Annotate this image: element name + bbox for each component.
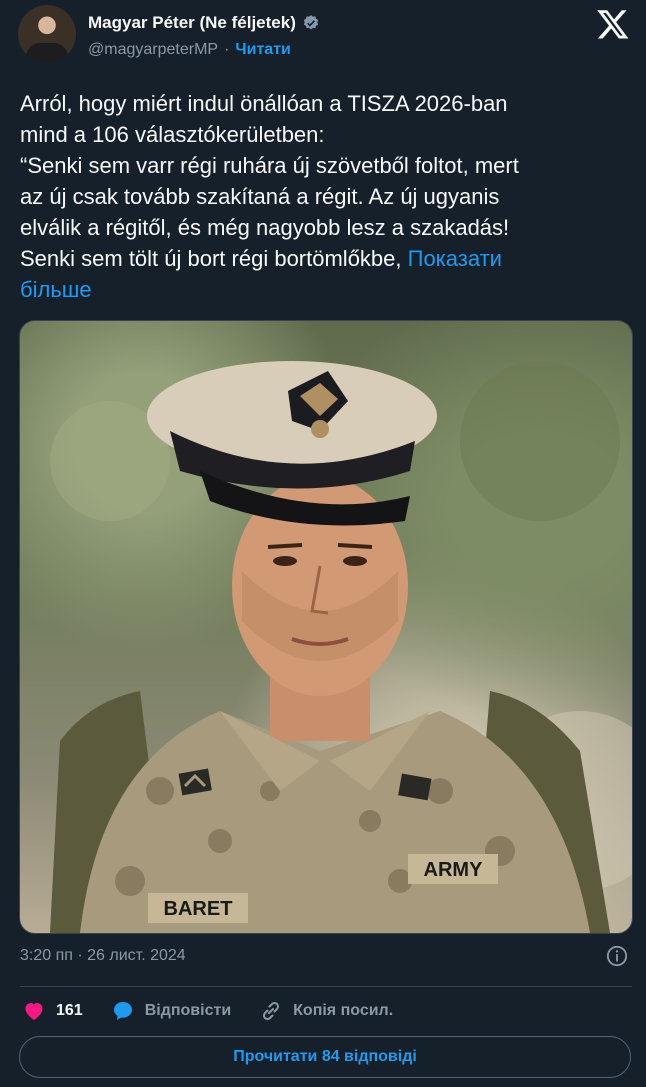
avatar[interactable] — [18, 5, 76, 63]
handle-row: @magyarpeterMP · Читати — [88, 41, 291, 59]
like-button[interactable]: 161 — [22, 999, 83, 1023]
tweet-header: Magyar Péter (Ne féljetek) @magyarpeterM… — [18, 5, 636, 69]
tweet-text: Arról, hogy miért indul önállóan a TISZA… — [20, 88, 620, 305]
name-tape-text: BARET — [164, 898, 233, 920]
tweet-body: Arról, hogy miért indul önállóan a TISZA… — [20, 91, 519, 271]
reply-label: Відповісти — [144, 1002, 232, 1019]
tweet-photo[interactable]: BARET ARMY — [19, 320, 633, 934]
heart-icon — [25, 1003, 43, 1020]
link-icon — [263, 1001, 280, 1021]
tweet-actions: 161 Відповісти Копія посил. — [22, 998, 421, 1024]
army-tape-text: ARMY — [424, 859, 484, 881]
like-count: 161 — [56, 1002, 83, 1019]
author-name[interactable]: Magyar Péter (Ne féljetek) — [88, 13, 296, 33]
author-handle[interactable]: @magyarpeterMP — [88, 41, 218, 59]
author-name-row: Magyar Péter (Ne féljetek) — [88, 13, 320, 33]
separator-dot: · — [224, 41, 230, 58]
copy-link-label: Копія посил. — [293, 1002, 394, 1019]
tweet-timestamp[interactable]: 3:20 пп · 26 лист. 2024 — [20, 947, 186, 965]
follow-link[interactable]: Читати — [235, 41, 290, 59]
soldier-illustration: BARET ARMY — [50, 361, 632, 933]
verified-icon — [303, 15, 318, 30]
reply-bubble-icon — [113, 1002, 132, 1020]
copy-link-button[interactable]: Копія посил. — [259, 999, 393, 1023]
info-icon[interactable] — [606, 945, 628, 967]
divider — [20, 986, 632, 987]
x-logo-icon[interactable] — [596, 7, 630, 41]
read-replies-button[interactable]: Прочитати 84 відповіді — [19, 1036, 631, 1078]
reply-button[interactable]: Відповісти — [111, 999, 231, 1023]
